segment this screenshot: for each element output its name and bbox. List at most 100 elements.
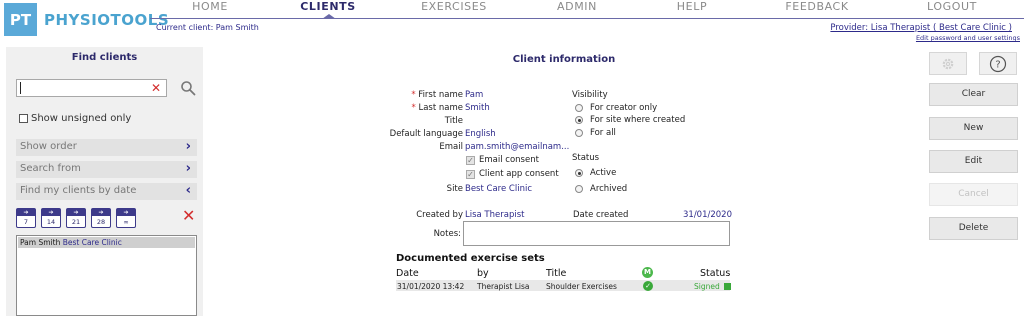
find-by-date-toggle[interactable]: Find my clients by date ‹ (16, 183, 197, 200)
column-title: Title (546, 268, 567, 279)
top-header: PT PHYSIOTOOLS HOME CLIENTS EXERCISES AD… (0, 0, 1024, 42)
radio-icon (575, 104, 583, 112)
date-28-label: 28 (96, 218, 106, 226)
active-nav-indicator (322, 14, 336, 19)
client-name: Pam Smith (20, 238, 61, 247)
status-option-label: Archived (590, 184, 628, 194)
last-name-value[interactable]: Smith (465, 103, 490, 113)
row-date: 31/01/2020 13:42 (397, 282, 465, 291)
provider-link[interactable]: Provider: Lisa Therapist ( Best Care Cli… (830, 23, 1012, 33)
column-by: by (477, 268, 489, 279)
email-label: Email (439, 142, 463, 152)
chevron-left-icon: ‹ (185, 183, 191, 198)
edit-settings-link[interactable]: Edit password and user settings (916, 34, 1020, 42)
find-clients-panel: Find clients ✕ Show unsigned only Show o… (6, 47, 203, 316)
settings-button[interactable] (929, 52, 967, 75)
date-7-label: 7 (23, 218, 29, 226)
client-information-panel: Client information * First name Pam * La… (211, 47, 917, 316)
logo-mark: PT (4, 3, 37, 36)
default-language-value[interactable]: English (465, 129, 496, 139)
clear-button[interactable]: Clear (929, 83, 1018, 106)
find-by-date-label: Find my clients by date (20, 185, 137, 196)
column-status: Status (700, 268, 731, 279)
new-button[interactable]: New (929, 117, 1018, 140)
nav-help[interactable]: HELP (632, 0, 752, 20)
search-icon[interactable] (180, 80, 196, 96)
clear-search-icon[interactable]: ✕ (151, 81, 161, 95)
visibility-all-radio[interactable]: For all (575, 128, 616, 138)
first-name-value[interactable]: Pam (465, 90, 483, 100)
m-badge-icon: M (642, 267, 653, 278)
email-value[interactable]: pam.smith@emailnam... (465, 142, 569, 152)
email-consent-checkbox[interactable]: ✓ Email consent (466, 155, 539, 165)
checkbox-icon (19, 114, 28, 123)
date-created-label: Date created (573, 210, 629, 220)
row-title: Shoulder Exercises (546, 282, 617, 291)
nav-exercises[interactable]: EXERCISES (386, 0, 522, 20)
notes-field[interactable] (463, 221, 730, 246)
row-status: Signed (694, 282, 731, 291)
nav-logout[interactable]: LOGOUT (882, 0, 1022, 20)
calendar-arrow-icon: ➔ (67, 209, 85, 216)
calendar-arrow-icon: ➔ (92, 209, 110, 216)
last-name-label: * Last name (411, 103, 463, 113)
nav-home[interactable]: HOME (150, 0, 270, 20)
client-app-consent-label: Client app consent (479, 169, 559, 179)
email-consent-label: Email consent (479, 155, 539, 165)
date-7-button[interactable]: ➔ 7 (16, 208, 36, 228)
nav-feedback[interactable]: FEEDBACK (752, 0, 882, 20)
radio-icon (575, 129, 583, 137)
show-unsigned-checkbox[interactable]: Show unsigned only (19, 113, 131, 124)
app-logo[interactable]: PT PHYSIOTOOLS (4, 3, 169, 36)
delete-button[interactable]: Delete (929, 217, 1018, 240)
date-all-label: ∞ (123, 218, 129, 226)
date-14-button[interactable]: ➔ 14 (41, 208, 61, 228)
created-by-label: Created by (416, 210, 463, 220)
nav-admin[interactable]: ADMIN (522, 0, 632, 20)
show-order-toggle[interactable]: Show order › (16, 139, 197, 156)
chevron-right-icon: › (185, 139, 191, 154)
visibility-option-label: For creator only (590, 103, 658, 113)
date-21-label: 21 (71, 218, 81, 226)
date-28-button[interactable]: ➔ 28 (91, 208, 111, 228)
check-circle-icon: ✓ (643, 281, 653, 291)
status-active-radio[interactable]: Active (575, 168, 616, 178)
date-range-buttons: ➔ 7 ➔ 14 ➔ 21 ➔ 28 ➔ ∞ (16, 208, 141, 228)
svg-text:?: ? (995, 59, 1000, 70)
search-from-label: Search from (20, 163, 81, 174)
checkmark-icon: ✓ (466, 155, 475, 165)
column-date: Date (396, 268, 419, 279)
client-information-title: Client information (512, 54, 616, 65)
date-14-label: 14 (46, 218, 56, 226)
client-search-input[interactable]: ✕ (16, 79, 167, 97)
radio-icon (575, 185, 583, 193)
client-app-consent-checkbox[interactable]: ✓ Client app consent (466, 169, 559, 179)
checkmark-icon: ✓ (466, 169, 475, 179)
text-cursor (20, 82, 21, 94)
search-from-toggle[interactable]: Search from › (16, 161, 197, 178)
clear-date-filter-icon[interactable]: ✕ (182, 206, 195, 225)
client-site: Best Care Clinic (62, 238, 122, 247)
signed-status-icon (723, 283, 731, 290)
help-button[interactable]: ? (979, 52, 1017, 75)
visibility-creator-only-radio[interactable]: For creator only (575, 103, 657, 113)
edit-button[interactable]: Edit (929, 150, 1018, 173)
date-all-button[interactable]: ➔ ∞ (116, 208, 136, 228)
calendar-arrow-icon: ➔ (42, 209, 60, 216)
status-archived-radio[interactable]: Archived (575, 184, 627, 194)
status-label: Status (572, 153, 600, 163)
site-value[interactable]: Best Care Clinic (465, 184, 532, 194)
nav-divider (150, 18, 1024, 19)
first-name-label-text: First name (418, 90, 463, 100)
cancel-button[interactable]: Cancel (929, 183, 1018, 206)
visibility-option-label: For all (590, 128, 616, 138)
visibility-site-radio[interactable]: For site where created (575, 115, 685, 125)
date-21-button[interactable]: ➔ 21 (66, 208, 86, 228)
actions-panel: ? Clear New Edit Cancel Delete (927, 47, 1018, 316)
default-language-label: Default language (389, 129, 463, 139)
show-order-label: Show order (20, 141, 77, 152)
row-status-label: Signed (694, 282, 720, 291)
client-list-item[interactable]: Pam Smith Best Care Clinic (18, 237, 195, 248)
current-client-label: Current client: Pam Smith (156, 23, 259, 32)
question-icon: ? (989, 55, 1007, 72)
